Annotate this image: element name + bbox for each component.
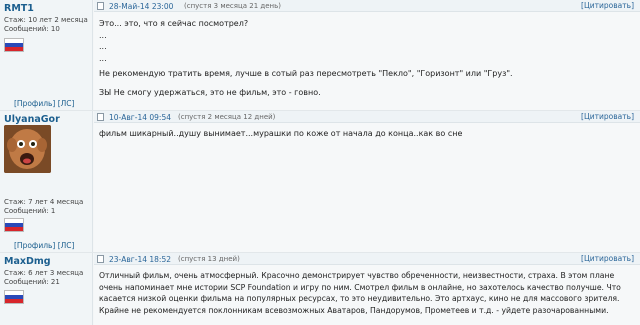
post-header: 23-Авг-14 18:52 (спустя 13 дней) [Цитиро… <box>94 253 640 265</box>
post-2: UlyanaGor Стаж: 7 лет 4 месяца Сообщений… <box>0 111 640 253</box>
profile-links[interactable]: [Профиль] [ЛС] <box>14 99 74 108</box>
post-elapsed: (спустя 13 дней) <box>178 255 240 263</box>
profile-links[interactable]: [Профиль] [ЛС] <box>14 241 74 250</box>
post-line: ... <box>99 42 107 51</box>
post-date[interactable]: 10-Авг-14 09:54 <box>109 113 171 122</box>
quote-button[interactable]: [Цитировать] <box>581 254 634 263</box>
post-body: фильм шикарный..душу вынимает...мурашки … <box>99 128 634 140</box>
post-content: 28-Май-14 23:00 (спустя 3 месяца 21 день… <box>94 0 640 110</box>
post-body: Отличный фильм, очень атмосферный. Красо… <box>99 270 634 316</box>
username[interactable]: MaxDmg <box>4 256 51 267</box>
post-content: 10-Авг-14 09:54 (спустя 2 месяца 12 дней… <box>94 111 640 252</box>
quote-button[interactable]: [Цитировать] <box>581 112 634 121</box>
post-line: Не рекомендую тратить время, лучше в сот… <box>99 69 513 78</box>
avatar <box>4 125 51 173</box>
user-tenure: Стаж: 7 лет 4 месяца <box>4 198 84 206</box>
username[interactable]: UlyanaGor <box>4 114 60 125</box>
user-post-count: Сообщений: 10 <box>4 25 60 33</box>
post-3: MaxDmg Стаж: 6 лет 3 месяца Сообщений: 2… <box>0 253 640 325</box>
post-line: Это... это, что я сейчас посмотрел? <box>99 19 249 28</box>
post-elapsed: (спустя 2 месяца 12 дней) <box>178 113 276 121</box>
post-line: касается низкой оценки фильма на популяр… <box>99 294 620 303</box>
post-line: ... <box>99 53 107 63</box>
post-elapsed: (спустя 3 месяца 21 день) <box>184 2 281 10</box>
post-date[interactable]: 28-Май-14 23:00 <box>109 2 173 11</box>
post-line: фильм шикарный..душу вынимает...мурашки … <box>99 129 463 138</box>
user-panel: UlyanaGor Стаж: 7 лет 4 месяца Сообщений… <box>0 111 93 252</box>
post-line: Крайне не рекомендуется поклонникам всев… <box>99 305 609 315</box>
post-icon <box>97 2 104 10</box>
russia-flag-icon <box>4 290 24 304</box>
user-post-count: Сообщений: 21 <box>4 278 60 286</box>
user-panel: RMT1 Стаж: 10 лет 2 месяца Сообщений: 10… <box>0 0 93 110</box>
post-icon <box>97 255 104 263</box>
russia-flag-icon <box>4 38 24 52</box>
user-tenure: Стаж: 6 лет 3 месяца <box>4 269 84 277</box>
post-icon <box>97 113 104 121</box>
post-header: 28-Май-14 23:00 (спустя 3 месяца 21 день… <box>94 0 640 12</box>
post-line: очень напоминает мне истории SCP Foundat… <box>99 282 621 292</box>
post-body: Это... это, что я сейчас посмотрел? ... … <box>99 18 634 98</box>
post-1: RMT1 Стаж: 10 лет 2 месяца Сообщений: 10… <box>0 0 640 111</box>
post-date[interactable]: 23-Авг-14 18:52 <box>109 255 171 264</box>
russia-flag-icon <box>4 218 24 232</box>
post-line: ЗЫ Не смогу удержаться, это не фильм, эт… <box>99 87 321 97</box>
user-tenure: Стаж: 10 лет 2 месяца <box>4 16 88 24</box>
quote-button[interactable]: [Цитировать] <box>581 1 634 10</box>
username[interactable]: RMT1 <box>4 3 34 14</box>
user-post-count: Сообщений: 1 <box>4 207 56 215</box>
post-line: ... <box>99 30 107 40</box>
post-content: 23-Авг-14 18:52 (спустя 13 дней) [Цитиро… <box>94 253 640 325</box>
post-line: Отличный фильм, очень атмосферный. Красо… <box>99 271 615 280</box>
post-header: 10-Авг-14 09:54 (спустя 2 месяца 12 дней… <box>94 111 640 123</box>
user-panel: MaxDmg Стаж: 6 лет 3 месяца Сообщений: 2… <box>0 253 93 325</box>
